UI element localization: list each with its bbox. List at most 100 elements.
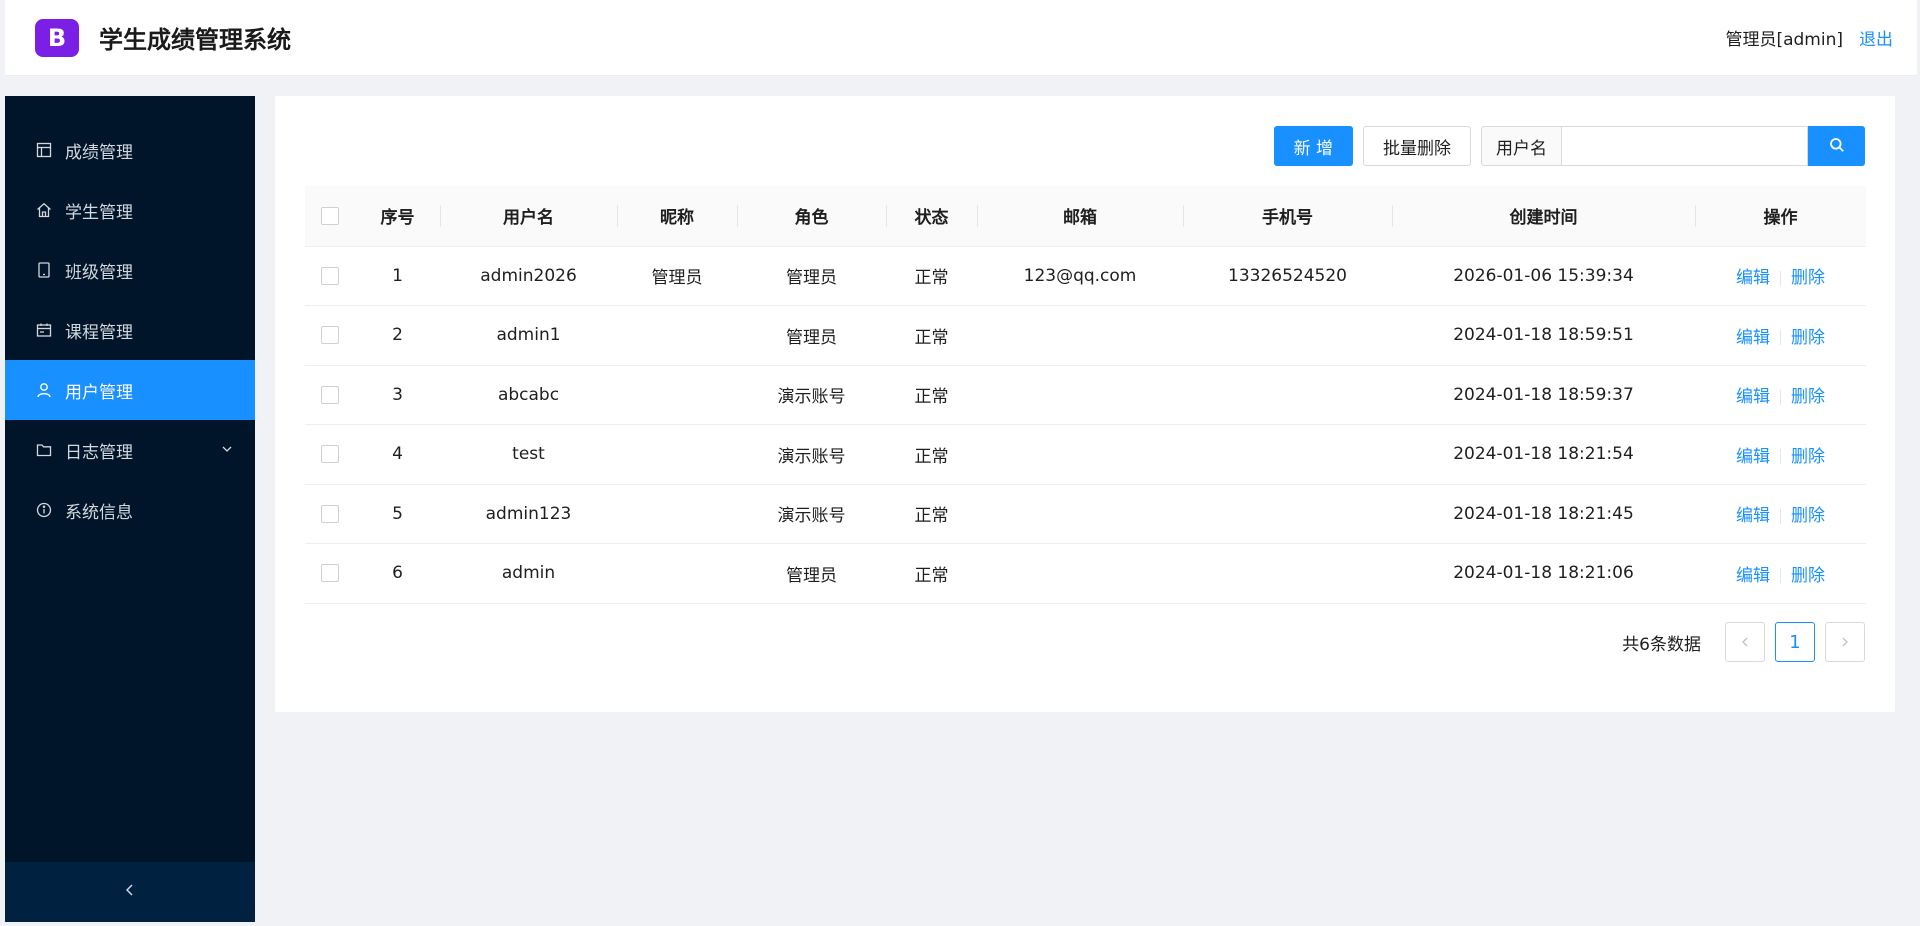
cell-actions: 编辑 删除 (1695, 543, 1866, 604)
folder-icon (35, 441, 53, 459)
cell-status: 正常 (886, 246, 977, 306)
sidebar-item-label: 学生管理 (65, 202, 133, 223)
cell-actions: 编辑 删除 (1695, 305, 1866, 366)
table-row: 4 test 演示账号 正常 2024-01-18 18:21:54 编辑 删除 (305, 424, 1866, 485)
divider (1780, 270, 1781, 286)
table-row: 5 admin123 演示账号 正常 2024-01-18 18:21:45 编… (305, 484, 1866, 544)
divider (1780, 330, 1781, 346)
delete-link[interactable]: 删除 (1791, 328, 1825, 348)
select-all-checkbox[interactable] (321, 206, 339, 225)
column-header: 操作 (1695, 186, 1866, 247)
total-count: 共6条数据 (1622, 634, 1701, 655)
logout-link[interactable]: 退出 (1859, 25, 1893, 50)
cell-username: test (440, 424, 617, 485)
cell-created: 2024-01-18 18:59:51 (1392, 305, 1695, 366)
cell-nickname (617, 424, 737, 485)
column-header: 序号 (355, 186, 440, 247)
sidebar-item-grades[interactable]: 成绩管理 (5, 120, 255, 180)
sidebar-item-system-info[interactable]: 系统信息 (5, 480, 255, 540)
cell-username: abcabc (440, 365, 617, 425)
cell-username: admin123 (440, 484, 617, 544)
cell-username: admin2026 (440, 246, 617, 306)
row-checkbox[interactable] (321, 564, 339, 583)
sidebar-item-label: 成绩管理 (65, 142, 133, 163)
layout-icon (35, 141, 53, 159)
cell-email (977, 543, 1183, 604)
sidebar-item-classes[interactable]: 班级管理 (5, 240, 255, 300)
sidebar-item-users[interactable]: 用户管理 (5, 360, 255, 420)
sidebar-collapse-button[interactable] (5, 862, 255, 922)
table-row: 6 admin 管理员 正常 2024-01-18 18:21:06 编辑 删除 (305, 543, 1866, 604)
cell-index: 3 (355, 365, 440, 425)
cell-role: 演示账号 (737, 365, 886, 425)
cell-email (977, 484, 1183, 544)
edit-link[interactable]: 编辑 (1736, 387, 1770, 407)
sidebar-item-courses[interactable]: 课程管理 (5, 300, 255, 360)
cell-created: 2024-01-18 18:21:06 (1392, 543, 1695, 604)
cell-username: admin (440, 543, 617, 604)
cell-status: 正常 (886, 305, 977, 366)
next-page-button[interactable] (1825, 622, 1865, 662)
row-checkbox[interactable] (321, 385, 339, 404)
cell-created: 2024-01-18 18:21:54 (1392, 424, 1695, 485)
search-group: 用户名 (1481, 126, 1865, 166)
row-checkbox[interactable] (321, 266, 339, 285)
delete-link[interactable]: 删除 (1791, 566, 1825, 586)
row-checkbox[interactable] (321, 445, 339, 464)
column-header: 创建时间 (1392, 186, 1695, 247)
cell-status: 正常 (886, 543, 977, 604)
delete-link[interactable]: 删除 (1791, 447, 1825, 467)
row-checkbox[interactable] (321, 326, 339, 345)
home-icon (35, 201, 53, 219)
app-title: 学生成绩管理系统 (99, 26, 291, 54)
chevron-right-icon (1842, 637, 1848, 647)
edit-link[interactable]: 编辑 (1736, 447, 1770, 467)
cell-nickname (617, 543, 737, 604)
edit-link[interactable]: 编辑 (1736, 328, 1770, 348)
prev-page-button[interactable] (1725, 622, 1765, 662)
sidebar-item-students[interactable]: 学生管理 (5, 180, 255, 240)
column-header: 角色 (737, 186, 886, 247)
cell-role: 管理员 (737, 543, 886, 604)
column-header: 手机号 (1183, 186, 1392, 247)
cell-nickname (617, 484, 737, 544)
cell-index: 1 (355, 246, 440, 306)
edit-link[interactable]: 编辑 (1736, 506, 1770, 526)
divider (1780, 449, 1781, 465)
batch-delete-button[interactable]: 批量删除 (1363, 126, 1471, 166)
row-checkbox[interactable] (321, 504, 339, 523)
sidebar-item-label: 班级管理 (65, 262, 133, 283)
chevron-left-icon (1742, 637, 1748, 647)
edit-link[interactable]: 编辑 (1736, 268, 1770, 288)
delete-link[interactable]: 删除 (1791, 268, 1825, 288)
delete-link[interactable]: 删除 (1791, 387, 1825, 407)
edit-link[interactable]: 编辑 (1736, 566, 1770, 586)
sidebar-item-logs[interactable]: 日志管理 (5, 420, 255, 480)
cell-phone: 13326524520 (1183, 246, 1392, 306)
cell-index: 2 (355, 305, 440, 366)
cell-index: 5 (355, 484, 440, 544)
table-row: 3 abcabc 演示账号 正常 2024-01-18 18:59:37 编辑 删… (305, 365, 1866, 425)
table-header-row: 序号 用户名 昵称 角色 状态 邮箱 手机号 创建时间 操作 (305, 186, 1866, 247)
search-button[interactable] (1808, 126, 1865, 166)
search-icon (1829, 137, 1845, 156)
cell-status: 正常 (886, 484, 977, 544)
top-header: B 学生成绩管理系统 管理员[admin] 退出 (5, 0, 1917, 76)
cell-role: 演示账号 (737, 424, 886, 485)
toolbar: 新 增 批量删除 用户名 (1273, 126, 1865, 166)
sidebar-item-label: 课程管理 (65, 322, 133, 343)
divider (1780, 508, 1781, 524)
page-button-current[interactable]: 1 (1775, 622, 1815, 662)
cell-username: admin1 (440, 305, 617, 366)
main-content: 新 增 批量删除 用户名 序号 用户名 昵称 角色 状态 邮箱 手机号 创建时间… (275, 96, 1895, 712)
cell-nickname (617, 365, 737, 425)
cell-phone (1183, 305, 1392, 366)
sidebar-menu: 成绩管理 学生管理 班级管理 课程管理 用户管理 日志管理 系统信息 (5, 96, 255, 540)
search-input[interactable] (1561, 126, 1808, 166)
cell-nickname: 管理员 (617, 246, 737, 306)
select-all-cell (305, 186, 355, 247)
delete-link[interactable]: 删除 (1791, 506, 1825, 526)
add-button[interactable]: 新 增 (1273, 126, 1353, 166)
sidebar: 成绩管理 学生管理 班级管理 课程管理 用户管理 日志管理 系统信息 (5, 96, 255, 922)
users-table-wrapper: 序号 用户名 昵称 角色 状态 邮箱 手机号 创建时间 操作 1 admin20… (305, 186, 1866, 604)
